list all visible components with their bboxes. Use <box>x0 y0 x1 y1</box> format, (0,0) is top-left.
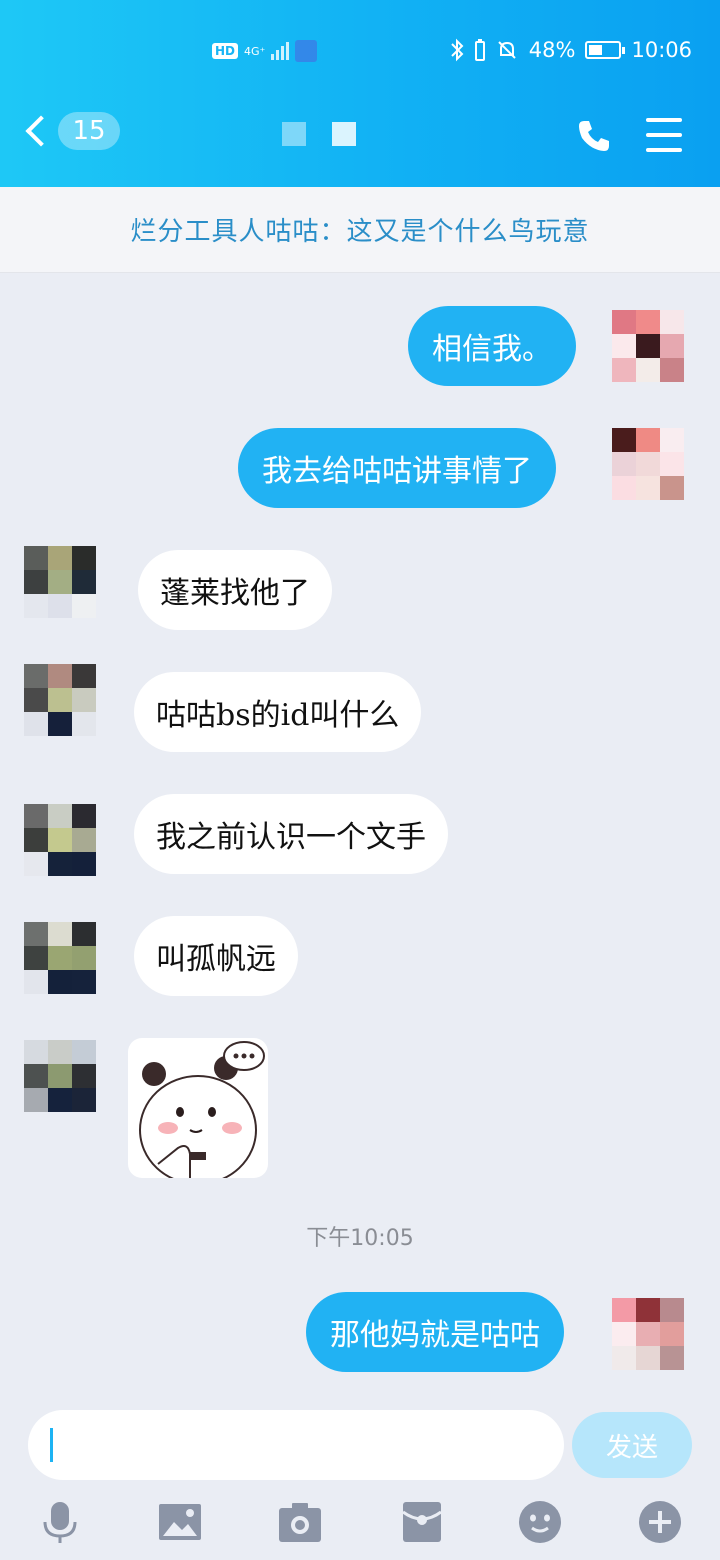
message-bubble-incoming[interactable]: 蓬莱找他了 <box>138 550 332 630</box>
hd-badge: HD <box>212 43 239 59</box>
image-icon[interactable] <box>158 1500 202 1544</box>
emoji-icon[interactable] <box>518 1500 562 1544</box>
battery-percent: 48% <box>528 38 576 62</box>
unread-count-badge: 15 <box>58 112 120 150</box>
group-notice-bar[interactable]: 烂分工具人咕咕：这又是个什么鸟玩意 <box>0 187 720 273</box>
message-bubble-outgoing[interactable]: 那他妈就是咕咕 <box>306 1292 564 1372</box>
panda-sticker-icon <box>139 1041 265 1178</box>
message-bubble-incoming[interactable]: 咕咕bs的id叫什么 <box>134 672 422 752</box>
phone-call-icon[interactable] <box>574 116 614 156</box>
chat-header: HD 4G⁺ 48% 10:06 15 <box>0 0 720 187</box>
battery-small-icon <box>474 39 485 61</box>
plus-icon[interactable] <box>638 1500 682 1544</box>
avatar-self[interactable] <box>612 428 684 500</box>
avatar-self[interactable] <box>612 1298 684 1370</box>
network-type: 4G⁺ <box>244 44 266 58</box>
text-caret <box>50 1428 53 1462</box>
chevron-left-icon <box>25 115 57 147</box>
message-bubble-outgoing[interactable]: 相信我。 <box>408 306 576 386</box>
camera-icon[interactable] <box>278 1500 322 1544</box>
device-status: 48% 10:06 <box>449 38 692 62</box>
send-button[interactable]: 发送 <box>572 1412 692 1478</box>
message-input[interactable] <box>28 1410 564 1480</box>
avatar-contact[interactable] <box>24 804 96 876</box>
message-bubble-incoming[interactable]: 叫孤帆远 <box>134 916 298 996</box>
input-toolbar <box>0 1490 720 1560</box>
signal-icon <box>271 42 290 60</box>
mute-bell-icon <box>498 41 516 59</box>
message-timestamp: 下午10:05 <box>306 1226 414 1251</box>
mic-icon[interactable] <box>38 1500 82 1544</box>
battery-icon <box>585 41 626 59</box>
menu-icon[interactable] <box>646 118 682 152</box>
avatar-contact[interactable] <box>24 664 96 736</box>
bluetooth-icon <box>451 38 464 62</box>
message-bubble-outgoing[interactable]: 我去给咕咕讲事情了 <box>238 428 556 508</box>
red-packet-icon[interactable] <box>400 1500 444 1544</box>
avatar-self[interactable] <box>612 310 684 382</box>
status-bar: HD 4G⁺ 48% 10:06 <box>0 34 720 74</box>
notice-text: 烂分工具人咕咕：这又是个什么鸟玩意 <box>130 217 590 247</box>
avatar-contact[interactable] <box>24 922 96 994</box>
panda-sticker[interactable] <box>128 1038 268 1178</box>
avatar-contact[interactable] <box>24 1040 96 1112</box>
clock: 10:06 <box>631 38 692 62</box>
chat-title-redacted <box>282 122 356 146</box>
back-button[interactable]: 15 <box>25 112 120 150</box>
network-status: HD 4G⁺ <box>212 40 318 62</box>
avatar-contact[interactable] <box>24 546 96 618</box>
wifi-icon <box>295 40 318 62</box>
message-bubble-incoming[interactable]: 我之前认识一个文手 <box>134 794 448 874</box>
